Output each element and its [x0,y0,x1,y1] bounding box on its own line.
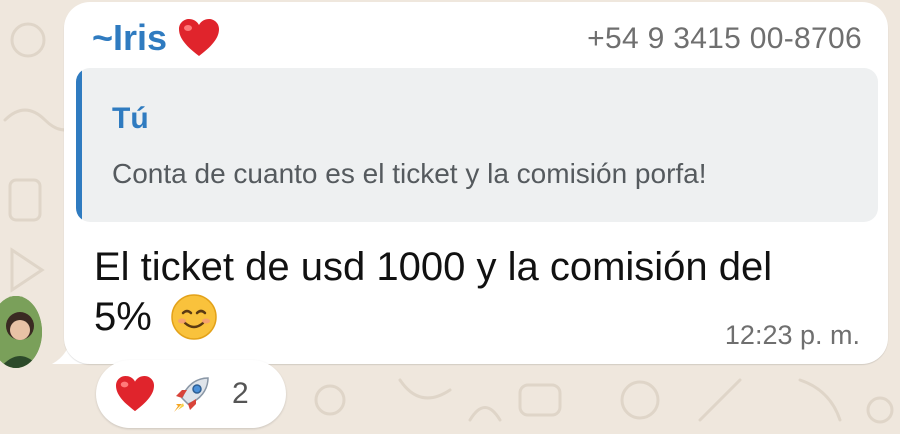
red-heart-icon [177,18,221,58]
message-timestamp: 12:23 p. m. [724,320,860,350]
message-line-1: El ticket de usd 1000 y la comisión del [94,245,773,289]
reactions-pill[interactable]: 2 [96,360,286,428]
smiling-face-icon [170,293,218,341]
sender-prefix: ~ [92,17,114,58]
message-bubble[interactable]: ~Iris +54 9 3415 00-8706 Tú Conta de cua… [64,2,888,364]
quote-text: Conta de cuanto es el ticket y la comisi… [112,158,707,189]
red-heart-icon [114,375,156,413]
quoted-message[interactable]: Tú Conta de cuanto es el ticket y la com… [76,68,878,222]
reaction-count: 2 [232,377,249,410]
sender-label: Iris [113,17,168,58]
sender-name[interactable]: ~Iris [92,18,221,58]
sender-phone: +54 9 3415 00-8706 [587,22,862,55]
rocket-icon [170,372,214,416]
quote-author: Tú [112,102,149,135]
message-line-2: 5% [94,295,152,339]
quote-accent-bar [76,68,82,222]
